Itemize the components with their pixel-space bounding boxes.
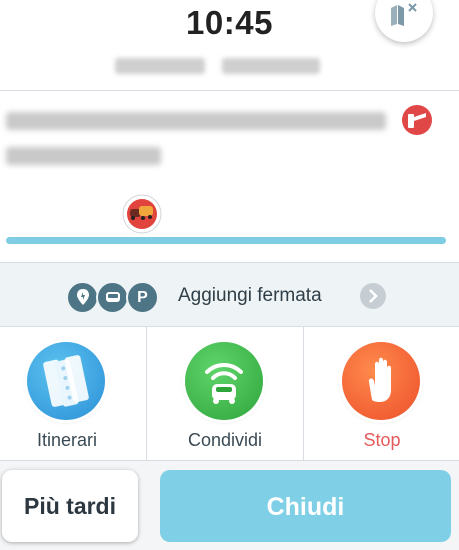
stop-button[interactable]: Stop [307,327,457,461]
address-line-1-blurred [6,112,386,130]
route-progress-bar [6,237,446,244]
eta-details-blurred [115,58,205,74]
traffic-jam-icon[interactable] [121,194,163,237]
share-label: Condividi [187,430,263,450]
share-button[interactable]: Condividi [150,327,300,461]
address-line-2-blurred [6,147,161,165]
hand-stop-icon [342,342,420,420]
divider [146,327,147,461]
chevron-right-icon [360,283,386,309]
later-button[interactable]: Più tardi [2,470,138,542]
routes-icon [27,342,105,420]
map-close-icon [391,3,417,26]
toll-road-icon [402,105,432,135]
divider [0,90,459,91]
close-button[interactable]: Chiudi [160,470,451,542]
routes-label: Itinerari [36,430,98,450]
divider [303,327,304,461]
stop-label: Stop [363,430,401,450]
add-stop-label: Aggiungi fermata [178,285,322,306]
routes-button[interactable]: Itinerari [0,327,142,461]
eta-details-blurred-2 [222,58,320,74]
share-car-icon [185,342,263,420]
gas-station-icon [66,281,99,314]
parking-lot-icon [96,281,129,314]
parking-icon: P [126,281,159,314]
